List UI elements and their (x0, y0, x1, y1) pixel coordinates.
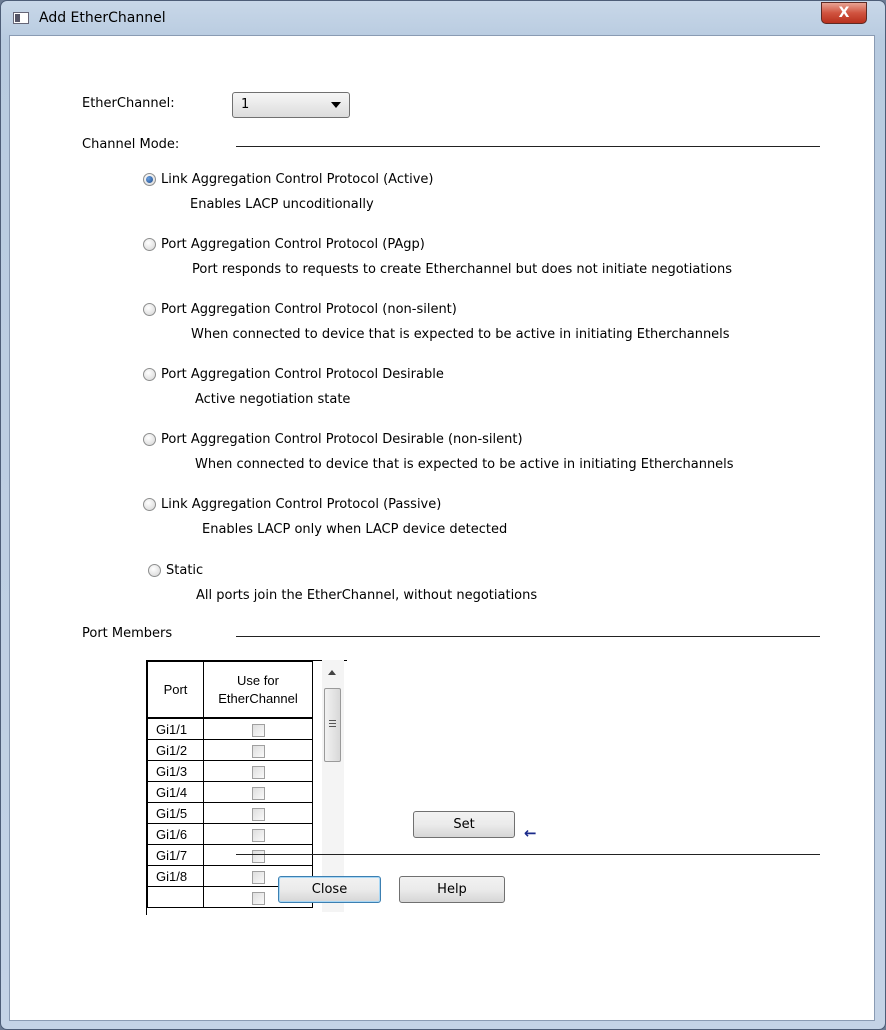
port-cell: Gi1/8 (147, 865, 204, 887)
etherchannel-select[interactable]: 1 (232, 92, 350, 118)
use-cell (203, 802, 313, 824)
table-row: Gi1/4 (147, 781, 313, 803)
table-row: Gi1/3 (147, 760, 313, 782)
close-window-button[interactable]: X (821, 2, 867, 24)
add-etherchannel-dialog: Add EtherChannel X EtherChannel: 1 Chann… (0, 0, 886, 1030)
mode-option-label: Port Aggregation Control Protocol (PAgp) (161, 237, 425, 252)
column-header-line: EtherChannel (218, 690, 298, 706)
left-arrow-icon: ← (524, 824, 537, 842)
window-title: Add EtherChannel (39, 10, 166, 26)
mode-option-label: Static (166, 563, 204, 578)
grip-line (329, 726, 336, 727)
mode-option-description: Enables LACP uncoditionally (190, 197, 374, 212)
mode-option-description: When connected to device that is expecte… (195, 457, 734, 472)
channel-mode-label: Channel Mode: (82, 137, 180, 152)
radio-pagp-non-silent[interactable] (143, 303, 156, 316)
column-header-port: Port (147, 661, 204, 719)
table-row: Gi1/1 (147, 717, 313, 740)
app-window-icon (13, 12, 29, 24)
port-cell: Gi1/4 (147, 781, 204, 803)
port-members-label: Port Members (82, 626, 173, 641)
use-for-etherchannel-checkbox[interactable] (251, 807, 265, 821)
use-cell (203, 844, 313, 866)
use-cell (203, 717, 313, 740)
mode-option-description: Port responds to requests to create Ethe… (192, 262, 733, 277)
use-for-etherchannel-checkbox[interactable] (251, 765, 265, 779)
port-cell: Gi1/1 (147, 717, 204, 740)
radio-lacp-passive[interactable] (143, 498, 156, 511)
port-cell: Gi1/2 (147, 739, 204, 761)
use-cell (203, 739, 313, 761)
help-button[interactable]: Help (399, 876, 505, 903)
radio-pagp-desirable[interactable] (143, 368, 156, 381)
mode-option-label: Port Aggregation Control Protocol (non-s… (161, 302, 457, 317)
use-for-etherchannel-checkbox[interactable] (251, 744, 265, 758)
scroll-up-icon[interactable] (328, 670, 336, 675)
use-for-etherchannel-checkbox[interactable] (251, 723, 265, 737)
radio-pagp[interactable] (143, 238, 156, 251)
set-button[interactable]: Set (413, 811, 515, 838)
column-header-use-for-etherchannel: Use for EtherChannel (203, 661, 313, 719)
close-button[interactable]: Close (278, 876, 381, 903)
table-row: Gi1/6 (147, 823, 313, 845)
radio-lacp-active[interactable] (143, 173, 156, 186)
radio-static[interactable] (148, 564, 161, 577)
mode-option-description: Enables LACP only when LACP device detec… (202, 522, 508, 537)
mode-option-label: Link Aggregation Control Protocol (Activ… (161, 172, 434, 187)
use-for-etherchannel-checkbox[interactable] (251, 891, 265, 905)
port-cell: Gi1/3 (147, 760, 204, 782)
use-for-etherchannel-checkbox[interactable] (251, 870, 265, 884)
port-cell: Gi1/5 (147, 802, 204, 824)
mode-option-description: When connected to device that is expecte… (191, 327, 730, 342)
mode-option-label: Port Aggregation Control Protocol Desira… (161, 432, 523, 447)
use-cell (203, 760, 313, 782)
port-members-divider (236, 636, 820, 637)
mode-option-label: Port Aggregation Control Protocol Desira… (161, 367, 444, 382)
channel-mode-divider (236, 146, 820, 147)
etherchannel-label: EtherChannel: (82, 96, 175, 111)
column-header-line: Use for (237, 672, 279, 688)
chevron-down-icon[interactable] (331, 102, 341, 108)
mode-option-label: Link Aggregation Control Protocol (Passi… (161, 497, 442, 512)
use-for-etherchannel-checkbox[interactable] (251, 786, 265, 800)
use-cell (203, 781, 313, 803)
table-row: Gi1/5 (147, 802, 313, 824)
use-for-etherchannel-checkbox[interactable] (251, 828, 265, 842)
table-row: Gi1/2 (147, 739, 313, 761)
mode-option-description: Active negotiation state (195, 392, 351, 407)
table-row: Gi1/7 (147, 844, 313, 866)
mode-option-description: All ports join the EtherChannel, without… (196, 588, 538, 603)
use-for-etherchannel-checkbox[interactable] (251, 849, 265, 863)
etherchannel-select-value: 1 (241, 97, 250, 112)
port-table-scrollbar[interactable] (322, 660, 344, 912)
dialog-body: EtherChannel: 1 Channel Mode: Link Aggre… (9, 35, 875, 1021)
bottom-divider (236, 854, 820, 855)
use-cell (203, 823, 313, 845)
grip-line (329, 720, 336, 721)
port-cell (147, 886, 204, 908)
port-cell: Gi1/7 (147, 844, 204, 866)
scrollbar-thumb[interactable] (324, 688, 341, 762)
grip-line (329, 723, 336, 724)
port-cell: Gi1/6 (147, 823, 204, 845)
title-bar[interactable]: Add EtherChannel X (1, 1, 885, 35)
radio-pagp-desirable-non-silent[interactable] (143, 433, 156, 446)
